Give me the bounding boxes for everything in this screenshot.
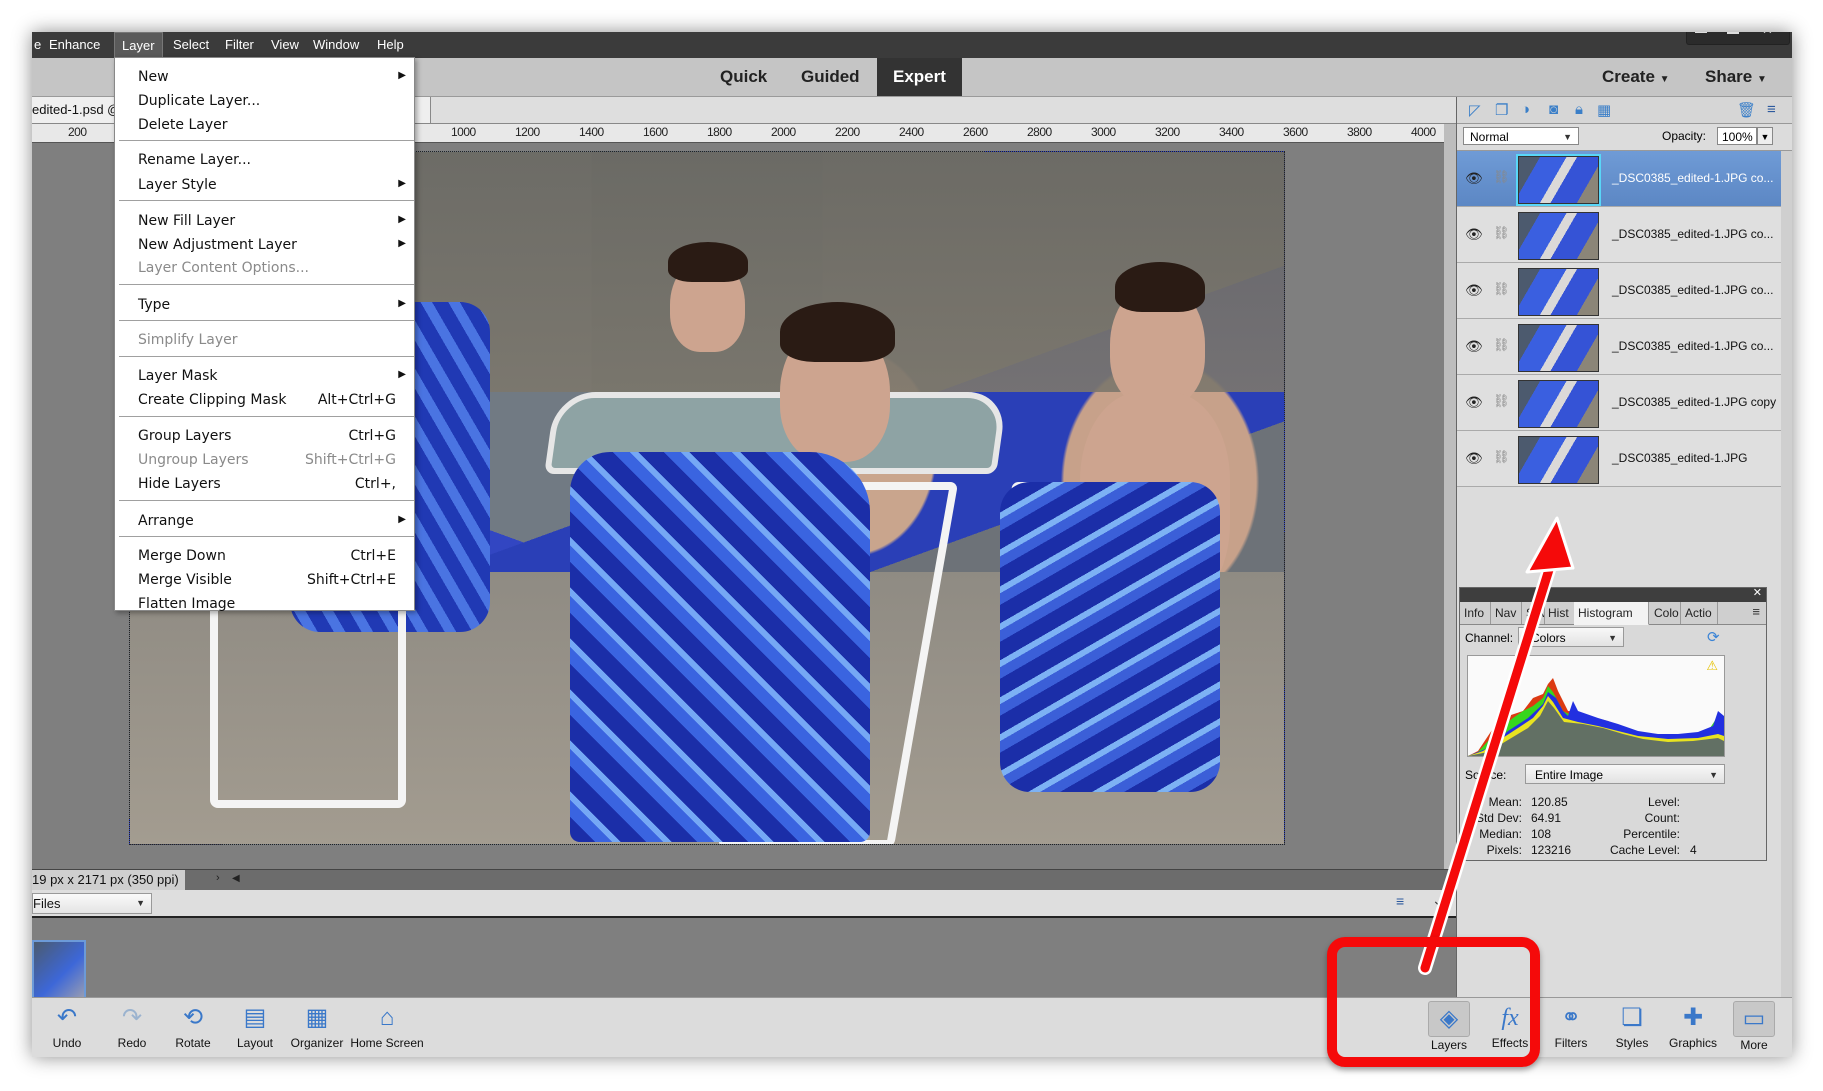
arrow-shaft <box>1420 555 1557 973</box>
annotation-arrow <box>1418 516 1575 975</box>
arrow-head <box>1525 516 1575 574</box>
annotation-highlight-box <box>1327 937 1540 1067</box>
